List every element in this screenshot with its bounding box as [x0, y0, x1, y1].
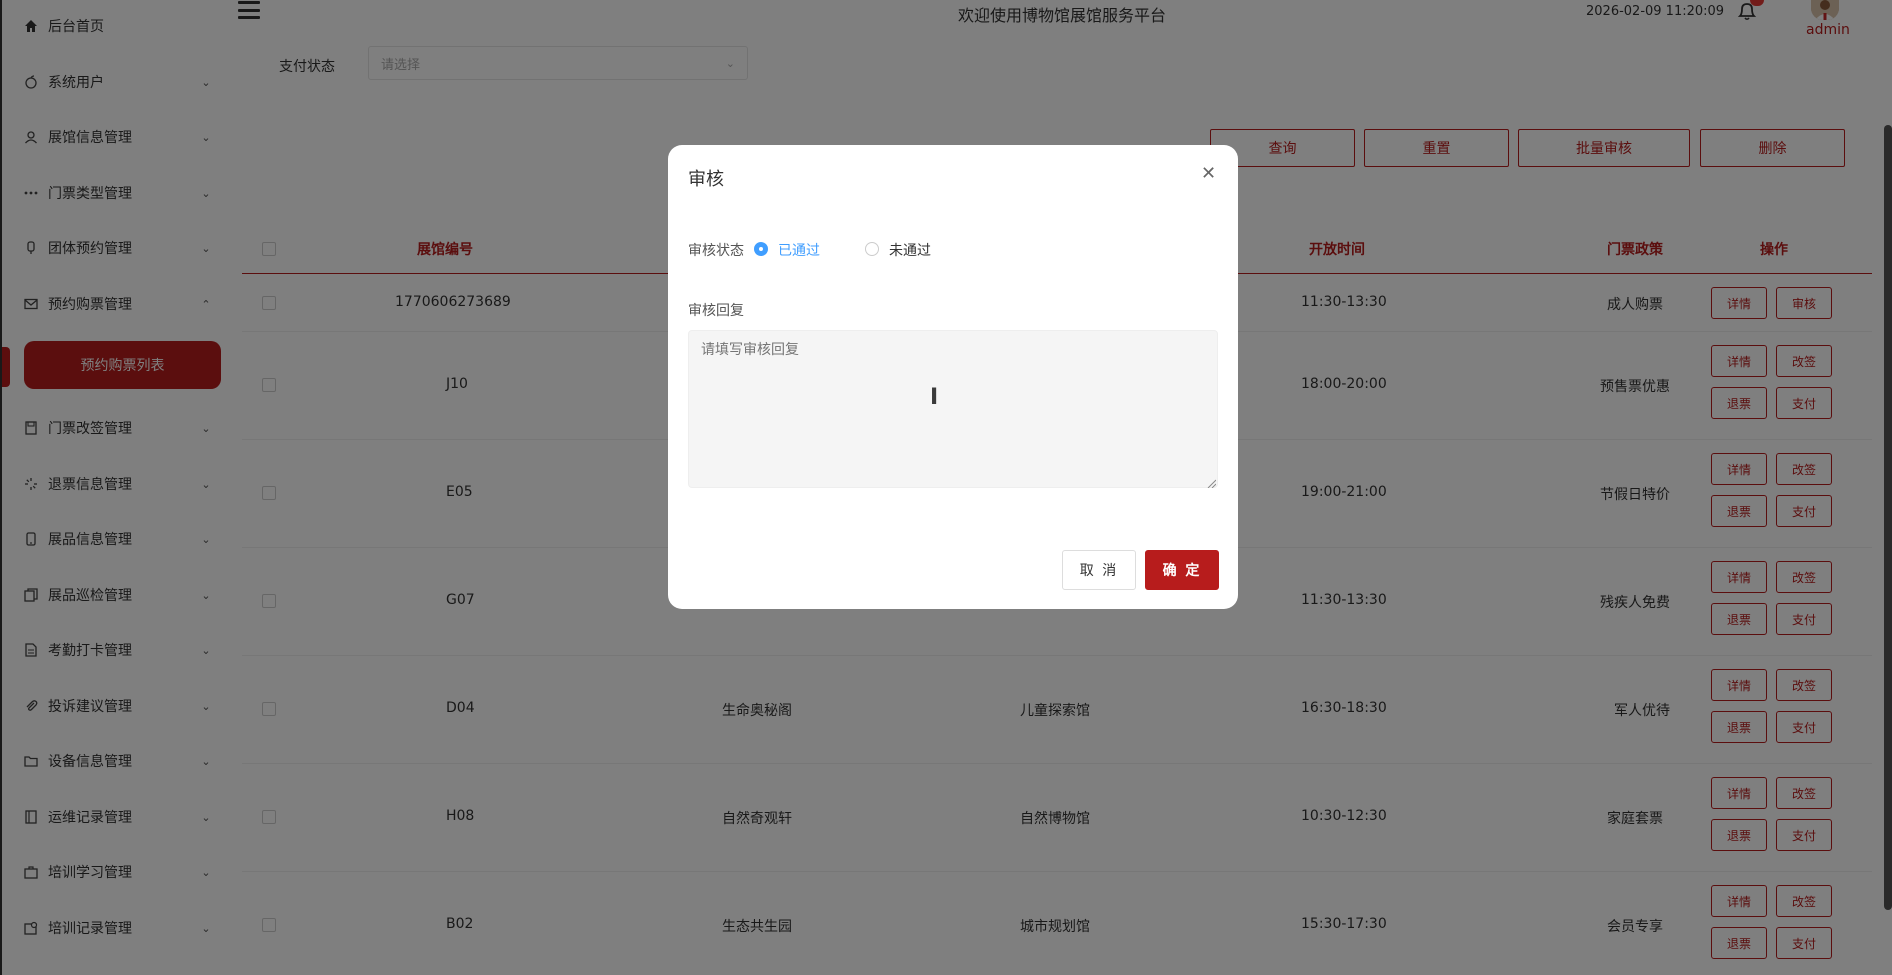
radio-fail[interactable] [865, 242, 879, 256]
dialog-title: 审核 [688, 169, 724, 190]
audit-reply-label: 审核回复 [688, 303, 744, 319]
close-icon[interactable]: ✕ [1201, 163, 1216, 184]
radio-pass-label[interactable]: 已通过 [778, 240, 820, 260]
audit-dialog: 审核 ✕ 审核状态 已通过 未通过 审核回复 I 取 消 确 定 [668, 145, 1238, 609]
text-cursor-icon: I [930, 385, 939, 410]
app-root: 后台首页 系统用户 ⌄ 展馆信息管理 ⌄ 门票类型管理 ⌄ 团体预约管理 ⌄ 预… [0, 0, 1892, 975]
confirm-button[interactable]: 确 定 [1145, 550, 1219, 590]
radio-fail-label[interactable]: 未通过 [889, 240, 931, 260]
radio-pass[interactable] [754, 242, 768, 256]
audit-reply-textarea[interactable] [688, 330, 1218, 488]
cancel-button[interactable]: 取 消 [1062, 550, 1136, 590]
resize-handle-icon[interactable] [1206, 476, 1217, 489]
audit-status-label: 审核状态 [688, 243, 744, 259]
